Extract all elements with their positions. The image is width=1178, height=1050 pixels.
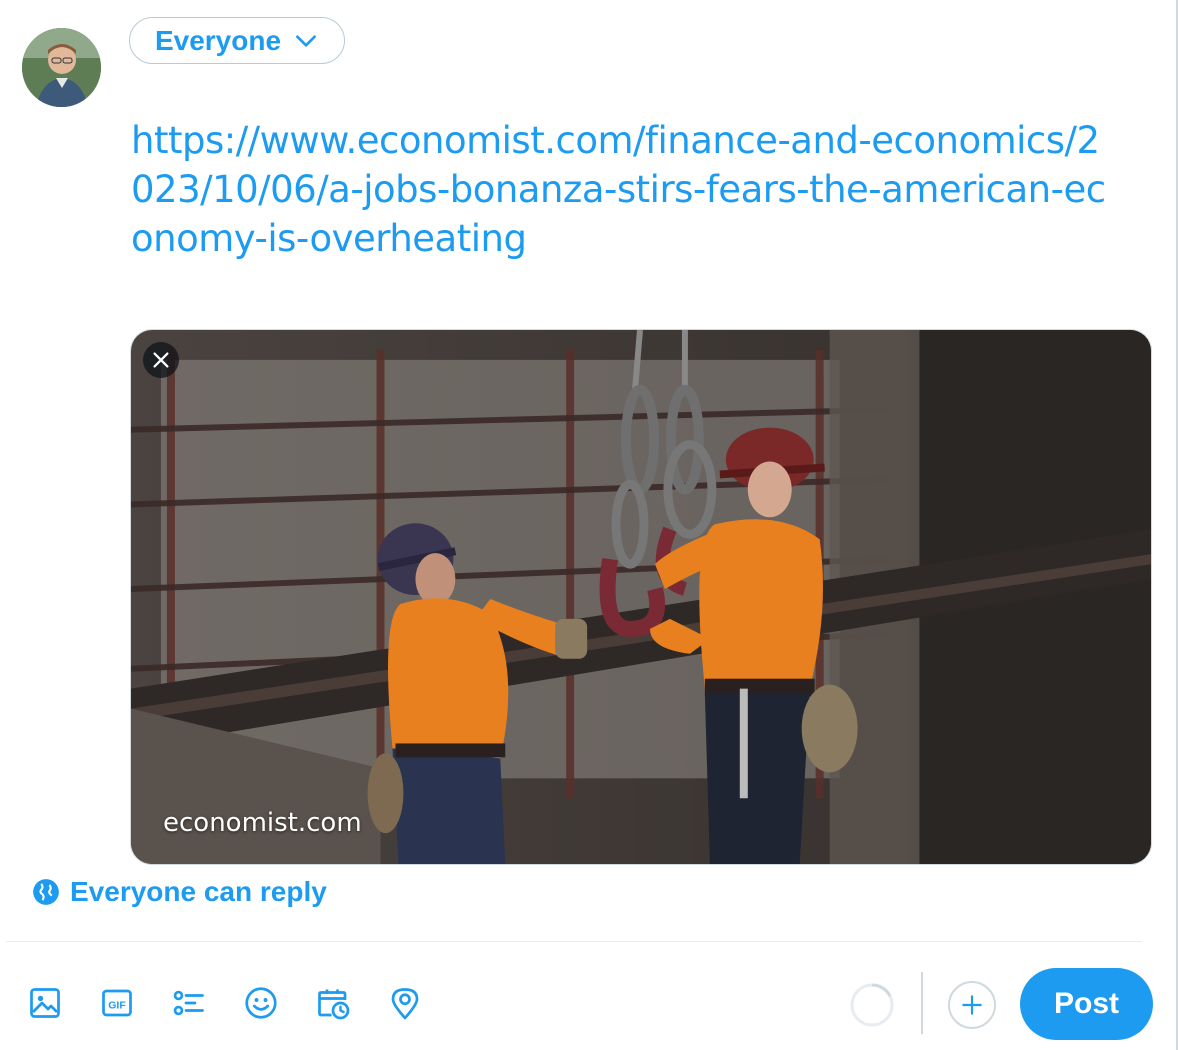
link-preview-card[interactable]: economist.com [130,329,1152,865]
avatar[interactable] [22,28,101,107]
character-count-progress [850,983,894,1027]
globe-icon [33,879,59,905]
svg-text:GIF: GIF [108,999,126,1011]
post-button[interactable]: Post [1020,968,1153,1040]
reply-setting-button[interactable]: Everyone can reply [32,876,327,908]
remove-card-button[interactable] [143,342,179,378]
schedule-icon [318,989,350,1020]
schedule-post-button[interactable] [312,980,354,1026]
add-poll-button[interactable] [168,980,210,1026]
chevron-down-icon [296,34,316,47]
plus-icon [962,995,982,1015]
add-emoji-button[interactable] [240,980,282,1026]
location-icon [391,988,419,1020]
gif-icon: GIF [102,989,132,1017]
reply-setting-label: Everyone can reply [70,876,327,907]
poll-icon [173,990,204,1016]
card-domain: economist.com [163,808,362,838]
close-icon [153,352,169,368]
composer-toolbar: GIF [24,980,426,1026]
audience-label: Everyone [154,24,282,56]
add-thread-button[interactable] [948,981,996,1029]
divider [6,941,1142,942]
emoji-icon [245,987,277,1019]
preview-image [131,330,1151,864]
add-media-button[interactable] [24,980,66,1026]
add-location-button[interactable] [384,980,426,1026]
toolbar-separator [921,972,923,1034]
avatar-image [22,28,101,107]
image-icon [30,988,60,1018]
tweet-text-input[interactable]: https://www.economist.com/finance-and-ec… [131,116,1121,263]
tweet-composer: Everyone https://www.economist.com/finan… [0,0,1178,1050]
add-gif-button[interactable]: GIF [96,980,138,1026]
audience-selector[interactable]: Everyone [129,17,345,64]
